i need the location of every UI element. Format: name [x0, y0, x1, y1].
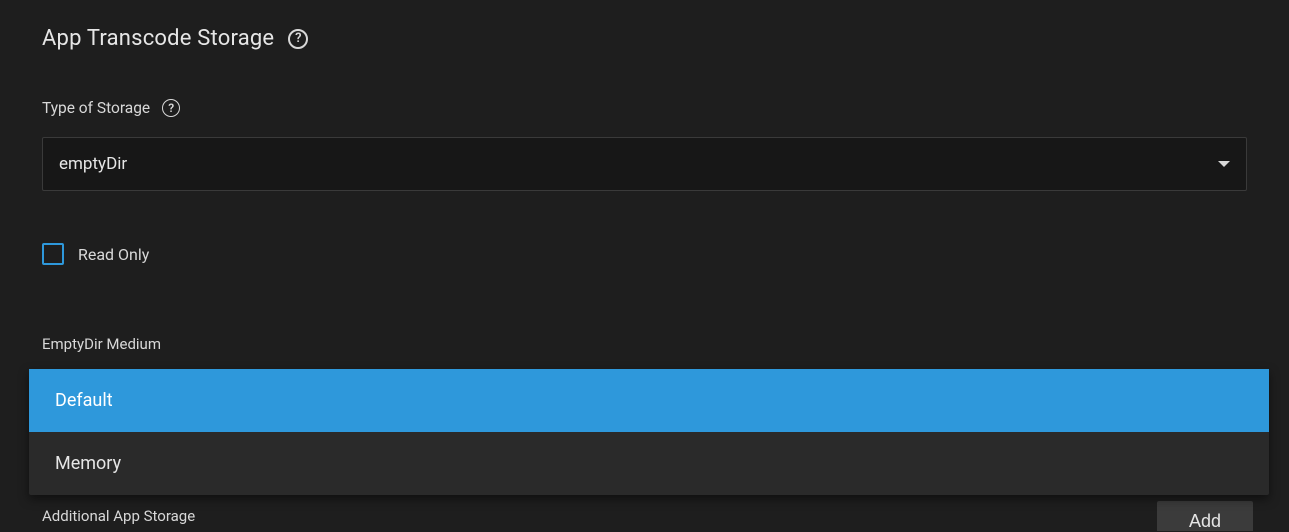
emptydir-medium-label: EmptyDir Medium	[42, 335, 1247, 353]
dropdown-item-label: Memory	[55, 453, 121, 474]
add-button-label: Add	[1189, 511, 1221, 532]
section-heading: App Transcode Storage ?	[42, 26, 1247, 51]
chevron-down-icon	[1218, 161, 1230, 167]
emptydir-medium-dropdown: Default Memory	[29, 369, 1269, 495]
dropdown-item-memory[interactable]: Memory	[29, 432, 1269, 495]
additional-storage-label: Additional App Storage	[42, 507, 195, 525]
read-only-checkbox[interactable]	[42, 243, 64, 265]
section-title: App Transcode Storage	[42, 26, 274, 51]
dropdown-item-label: Default	[55, 390, 113, 411]
add-button[interactable]: Add	[1157, 501, 1253, 531]
read-only-row: Read Only	[42, 243, 1247, 265]
storage-type-value: emptyDir	[59, 154, 127, 174]
storage-type-label: Type of Storage	[42, 99, 150, 117]
dropdown-item-default[interactable]: Default	[29, 369, 1269, 432]
help-icon[interactable]: ?	[162, 99, 180, 117]
additional-storage-row: Additional App Storage Add	[42, 501, 1253, 531]
help-icon[interactable]: ?	[288, 29, 308, 49]
storage-type-label-row: Type of Storage ?	[42, 99, 1247, 117]
read-only-label: Read Only	[78, 245, 149, 264]
storage-type-select[interactable]: emptyDir	[42, 137, 1247, 191]
